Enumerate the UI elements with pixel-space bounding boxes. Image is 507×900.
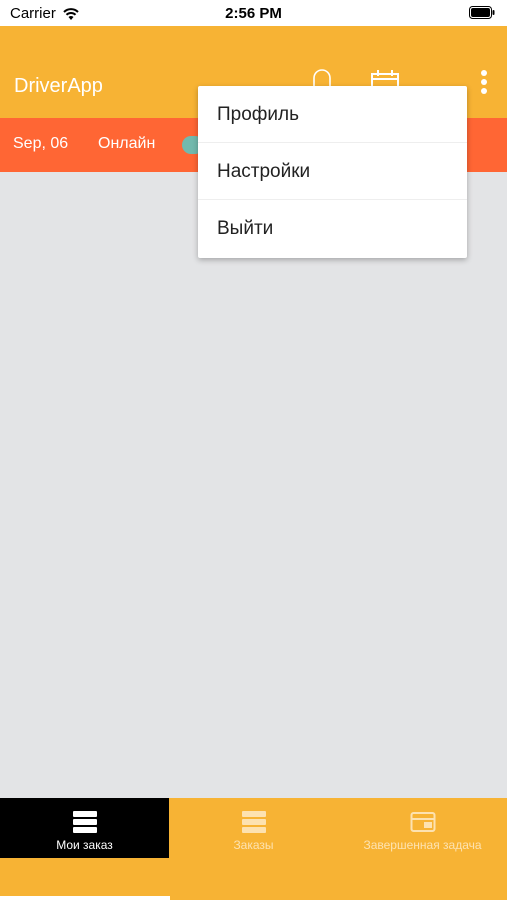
tab-label: Заказы	[233, 838, 274, 852]
home-indicator	[0, 896, 170, 900]
options-menu: Профиль Настройки Выйти	[198, 86, 467, 258]
card-icon	[410, 812, 435, 832]
status-bar: Carrier 2:56 PM	[0, 0, 507, 26]
status-time: 2:56 PM	[225, 5, 282, 22]
tab-bar: Мои заказ Заказы Завершенная задача	[0, 798, 507, 900]
online-label: Онлайн	[98, 135, 156, 152]
battery-icon	[469, 6, 495, 19]
menu-item-logout[interactable]: Выйти	[198, 200, 467, 257]
menu-item-profile[interactable]: Профиль	[198, 86, 467, 143]
app-title: DriverApp	[14, 75, 103, 97]
tab-my-orders[interactable]: Мои заказ	[0, 798, 169, 858]
tab-label: Завершенная задача	[363, 838, 482, 852]
list-icon	[72, 811, 97, 833]
tab-label: Мои заказ	[56, 838, 113, 852]
tab-orders[interactable]: Заказы	[169, 798, 338, 858]
more-options-icon[interactable]	[473, 66, 495, 98]
list-icon	[241, 811, 266, 833]
menu-item-settings[interactable]: Настройки	[198, 143, 467, 200]
date-label: Sep, 06	[13, 135, 69, 152]
tab-completed-task[interactable]: Завершенная задача	[338, 798, 507, 858]
